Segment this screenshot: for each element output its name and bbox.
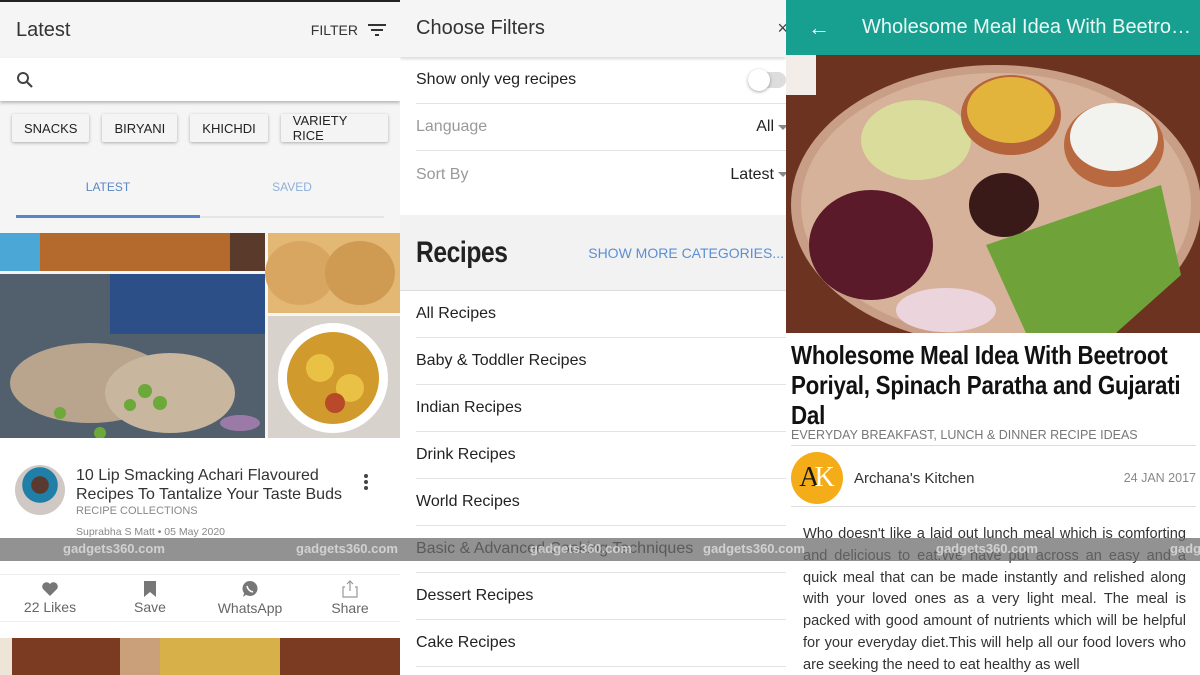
sort-select[interactable]: Latest bbox=[730, 166, 786, 184]
category-item[interactable]: Cake Recipes bbox=[416, 620, 786, 667]
veg-only-row: Show only veg recipes bbox=[416, 57, 786, 104]
chip-biryani[interactable]: BIRYANI bbox=[102, 114, 178, 142]
category-item[interactable]: World Recipes bbox=[416, 479, 786, 526]
save-label: Save bbox=[134, 599, 166, 615]
publish-date: 24 JAN 2017 bbox=[1123, 471, 1196, 485]
category-item[interactable]: All Recipes bbox=[416, 291, 786, 338]
back-arrow-icon[interactable]: ← bbox=[808, 15, 848, 41]
chip-variety-rice[interactable]: VARIETY RICE bbox=[280, 113, 388, 143]
article-body: Who doesn't like a laid out lunch meal w… bbox=[803, 526, 1186, 673]
category-item[interactable]: Drink Recipes bbox=[416, 432, 786, 479]
like-button[interactable]: 22 Likes bbox=[0, 575, 100, 621]
share-icon bbox=[342, 580, 358, 598]
recipe-card-actions: 22 Likes Save WhatsApp Share bbox=[0, 574, 400, 622]
category-item[interactable]: Dessert Recipes bbox=[416, 573, 786, 620]
like-count: 22 Likes bbox=[23, 599, 77, 615]
filter-icon bbox=[368, 24, 386, 36]
article-header: ← Wholesome Meal Idea With Beetroot Pori… bbox=[786, 0, 1200, 55]
tab-saved[interactable]: SAVED bbox=[200, 158, 384, 216]
feed-tabs: LATEST SAVED bbox=[16, 158, 384, 218]
chip-snacks[interactable]: SNACKS bbox=[12, 114, 90, 142]
recipe-card-meta: Suprabha S Matt • 05 May 2020 bbox=[76, 526, 226, 538]
dropdown-caret-icon bbox=[778, 172, 786, 177]
whatsapp-label: WhatsApp bbox=[217, 600, 283, 616]
article-header-title: Wholesome Meal Idea With Beetroot Poriya… bbox=[862, 16, 1192, 38]
heart-icon bbox=[42, 582, 58, 596]
language-label: Language bbox=[416, 118, 488, 135]
bookmark-icon bbox=[144, 581, 156, 597]
category-list: All Recipes Baby & Toddler Recipes India… bbox=[400, 291, 786, 667]
recipe-card-image-collage[interactable] bbox=[0, 233, 400, 439]
search-icon bbox=[17, 71, 33, 88]
author-avatar bbox=[15, 465, 65, 515]
recipe-card[interactable]: 10 Lip Smacking Achari Flavoured Recipes… bbox=[0, 438, 400, 638]
author-logo: AK bbox=[791, 452, 843, 504]
language-value: All bbox=[756, 118, 774, 135]
author-row: AK Archana's Kitchen 24 JAN 2017 bbox=[791, 450, 1196, 507]
category-item[interactable]: Basic & Advanced Cooking Techniques bbox=[416, 526, 786, 573]
recipe-card-title[interactable]: 10 Lip Smacking Achari Flavoured Recipes… bbox=[76, 466, 366, 504]
author-name[interactable]: Archana's Kitchen bbox=[854, 470, 1124, 487]
tab-latest[interactable]: LATEST bbox=[16, 158, 200, 218]
recipes-section-header: Recipes SHOW MORE CATEGORIES... bbox=[400, 215, 786, 291]
whatsapp-share-button[interactable]: WhatsApp bbox=[200, 575, 300, 621]
language-select[interactable]: All bbox=[756, 118, 786, 136]
category-item[interactable]: Baby & Toddler Recipes bbox=[416, 338, 786, 385]
veg-only-label: Show only veg recipes bbox=[416, 71, 577, 88]
article-category[interactable]: EVERYDAY BREAKFAST, LUNCH & DINNER RECIP… bbox=[791, 428, 1196, 446]
sort-value: Latest bbox=[730, 165, 774, 183]
category-chips: SNACKS BIRYANI KHICHDI VARIETY RICE bbox=[0, 101, 400, 158]
filter-label: FILTER bbox=[310, 22, 358, 38]
filters-title: Choose Filters bbox=[416, 17, 545, 39]
article-hero-image bbox=[786, 55, 1200, 345]
dropdown-caret-icon bbox=[778, 124, 786, 130]
feed-header: Latest FILTER bbox=[0, 0, 400, 58]
close-icon[interactable]: × bbox=[777, 18, 786, 39]
share-button[interactable]: Share bbox=[300, 575, 400, 621]
filters-header: Choose Filters × bbox=[400, 0, 786, 57]
show-more-categories-link[interactable]: SHOW MORE CATEGORIES... bbox=[588, 245, 784, 261]
language-row: Language All bbox=[416, 104, 786, 151]
recipe-feed-screen: Latest FILTER SNACKS BIRYANI KHICHDI VAR… bbox=[0, 0, 400, 675]
recipe-card-category: RECIPE COLLECTIONS bbox=[76, 505, 198, 517]
veg-only-toggle[interactable] bbox=[748, 69, 786, 91]
sort-row: Sort By Latest bbox=[416, 151, 786, 198]
next-recipe-card-image[interactable] bbox=[0, 638, 400, 675]
save-button[interactable]: Save bbox=[100, 575, 200, 621]
share-label: Share bbox=[331, 600, 369, 616]
whatsapp-icon bbox=[242, 581, 258, 597]
filters-screen: Choose Filters × Show only veg recipes L… bbox=[400, 0, 786, 675]
more-options-icon[interactable] bbox=[362, 474, 370, 494]
search-input[interactable] bbox=[0, 58, 400, 101]
sort-label: Sort By bbox=[416, 165, 469, 183]
article-screen: ← Wholesome Meal Idea With Beetroot Pori… bbox=[786, 0, 1200, 675]
feed-title: Latest bbox=[16, 18, 71, 41]
article-title: Wholesome Meal Idea With Beetroot Poriya… bbox=[791, 340, 1181, 430]
filter-button[interactable]: FILTER bbox=[311, 22, 386, 38]
category-item[interactable]: Indian Recipes bbox=[416, 385, 786, 432]
chip-khichdi[interactable]: KHICHDI bbox=[190, 114, 268, 142]
recipes-heading: Recipes bbox=[416, 235, 508, 269]
